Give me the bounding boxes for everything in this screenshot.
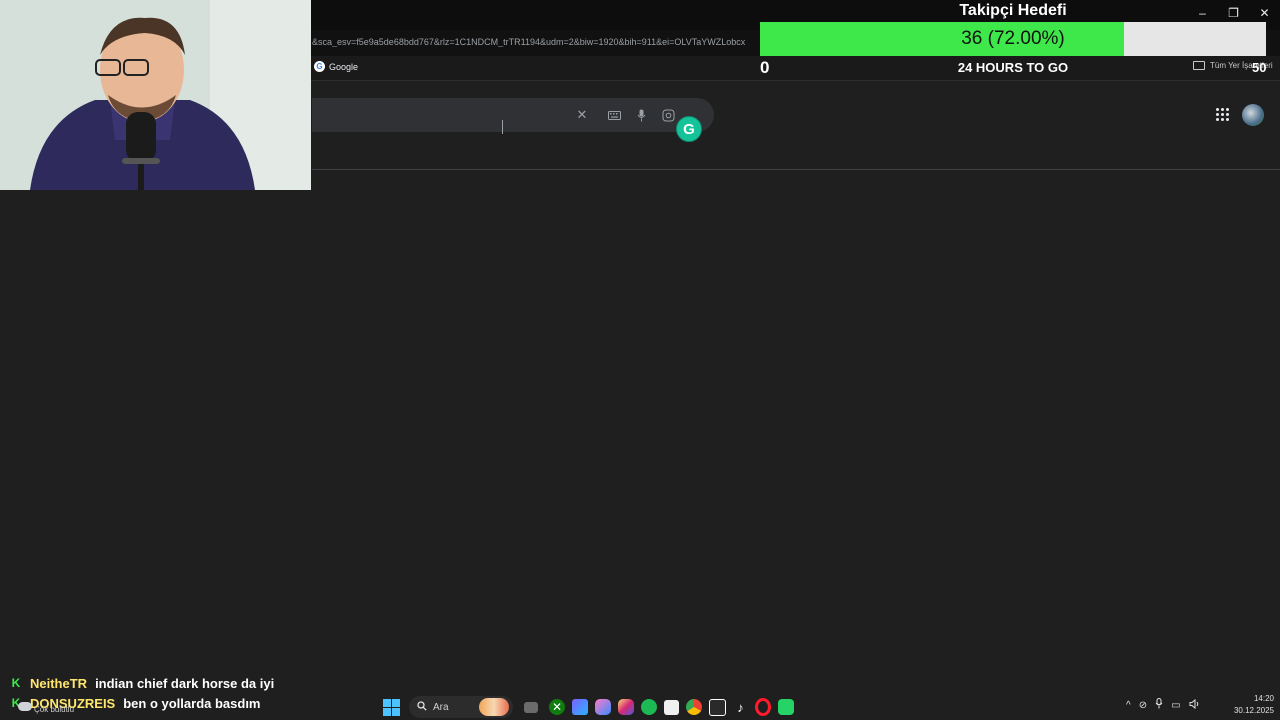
- m365-icon[interactable]: [572, 699, 588, 715]
- microphone-icon[interactable]: [633, 107, 649, 123]
- whatsapp-icon[interactable]: [778, 699, 794, 715]
- avatar[interactable]: [1242, 104, 1264, 126]
- taskbar-apps: Ara ✕ ♪: [380, 696, 794, 718]
- search-icon: [417, 700, 427, 714]
- goal-time-left: 24 HOURS TO GO: [957, 60, 1069, 75]
- divider: [312, 169, 1280, 170]
- goal-title: Takipçi Hedefi: [959, 2, 1067, 19]
- google-apps-icon[interactable]: [1216, 108, 1230, 122]
- text-cursor-icon: [500, 120, 506, 134]
- display-icon[interactable]: ▭: [1171, 700, 1180, 711]
- taskbar-search[interactable]: Ara: [409, 696, 513, 718]
- bing-icon: [479, 698, 509, 716]
- cloud-icon: [18, 702, 32, 711]
- bookmark-google[interactable]: G Google: [314, 61, 358, 72]
- clock[interactable]: 14:20 30.12.2025: [1222, 693, 1274, 717]
- instagram-icon[interactable]: [618, 699, 634, 715]
- search-input[interactable]: ✕: [312, 98, 714, 132]
- bookmark-label: Google: [329, 61, 359, 72]
- spotify-icon[interactable]: [641, 699, 657, 715]
- keyboard-icon[interactable]: [606, 107, 622, 123]
- windows-icon: [382, 698, 400, 716]
- google-icon: G: [314, 61, 325, 72]
- goal-progress-text: 36 (72.00%): [961, 28, 1065, 49]
- chevron-up-icon[interactable]: ^: [1126, 700, 1131, 711]
- grammarly-icon[interactable]: G: [676, 116, 702, 142]
- goal-max-value: 50: [1252, 60, 1267, 75]
- weather-widget[interactable]: Çok bulutlu: [34, 705, 74, 714]
- system-tray: ^ ⊘ ▭: [1126, 698, 1200, 712]
- file-explorer-icon[interactable]: [524, 701, 538, 713]
- start-button[interactable]: [380, 698, 402, 716]
- microphone-tray-icon[interactable]: [1155, 698, 1163, 712]
- tiktok-icon[interactable]: ♪: [733, 700, 748, 715]
- chrome-icon[interactable]: [686, 699, 702, 715]
- clock-time: 14:20: [1253, 694, 1274, 703]
- network-off-icon[interactable]: ⊘: [1139, 700, 1147, 711]
- clear-icon[interactable]: ✕: [574, 107, 590, 123]
- copilot-icon[interactable]: [595, 699, 611, 715]
- goal-progress-bar: 36 (72.00%): [760, 22, 1266, 56]
- url-field[interactable]: &sca_esv=f5e9a5de68bdd767&rlz=1C1NDCM_tr…: [312, 37, 762, 47]
- opera-icon[interactable]: [755, 698, 771, 716]
- camera-search-icon[interactable]: [660, 107, 676, 123]
- webcam-overlay: [0, 0, 311, 190]
- xbox-icon[interactable]: ✕: [549, 699, 565, 715]
- taskbar-search-label: Ara: [433, 701, 449, 713]
- volume-icon[interactable]: [1189, 698, 1200, 712]
- store-icon[interactable]: [664, 699, 679, 715]
- taskbar: Çok bulutlu Ara ✕ ♪ ^ ⊘ ▭ 14:20 30.12.20…: [0, 688, 1280, 720]
- capcut-icon[interactable]: [709, 698, 726, 716]
- streamer-camera-image: [0, 0, 311, 190]
- clock-date: 30.12.2025: [1233, 706, 1274, 715]
